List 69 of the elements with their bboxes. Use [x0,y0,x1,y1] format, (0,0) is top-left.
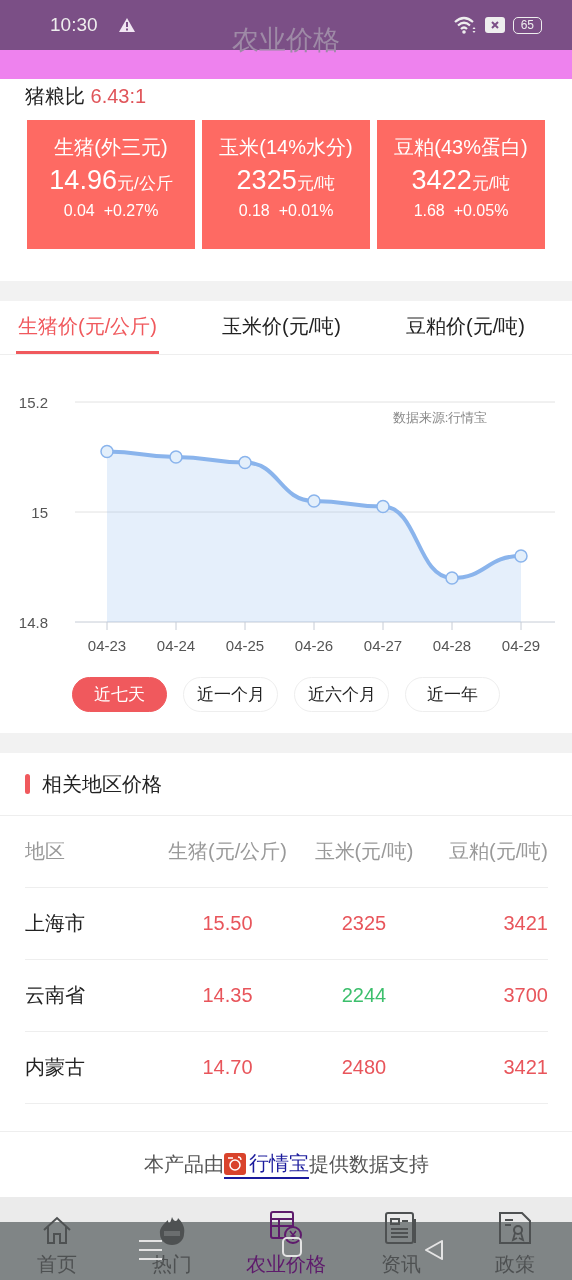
wifi-icon [452,16,477,34]
axis-label: 04-28 [432,637,472,654]
price-cell-text: 3700 [502,984,548,1007]
range-button[interactable]: 近六个月 [294,677,389,712]
axis-label: 04-24 [156,637,196,654]
data-point [376,499,390,514]
section-marker [25,774,30,794]
price-cell-text: 3421 [502,912,548,935]
card-title: 豆粕(43%蛋白) [394,135,528,160]
range-button[interactable]: 近七天 [72,677,167,712]
sim-icon [484,17,505,33]
calculator-yen-icon [269,1211,303,1245]
price-cell-text: 15.50 [201,912,254,935]
page-title: 农业价格 [232,24,340,57]
axis-label: 04-26 [294,637,334,654]
axis-label: 15.2 [18,394,48,411]
data-point [445,571,459,585]
ratio-value: 6.43:1 [90,85,147,107]
data-point [514,549,528,563]
range-button[interactable]: 近一年 [405,677,500,712]
warning-icon [117,17,136,33]
axis-label: 04-23 [87,637,127,654]
card-title: 玉米(14%水分) [219,135,353,160]
range-button[interactable]: 近一个月 [183,677,278,712]
price-cell-text: 2325 [340,912,388,935]
newspaper-icon [383,1211,418,1245]
price-cell-text: 14.35 [201,984,254,1007]
axis-label: 04-25 [225,637,265,654]
data-source-note: 数据来源:行情宝 [392,410,488,425]
axis-label: 14.8 [18,614,48,631]
data-point [169,450,183,464]
axis-label: 04-27 [363,637,403,654]
price-cell-text: 2480 [340,1056,388,1079]
price-cell-text: 3421 [502,1056,548,1079]
axis-label: 04-29 [501,637,541,654]
card-change: 1.68 +0.05% [413,202,509,220]
section-title: 相关地区价格 [42,771,162,797]
axis-label: 15 [31,504,48,521]
data-point [238,455,252,470]
certificate-icon [498,1211,532,1245]
ratio-label: 猪粮比 [25,85,85,107]
column-header: 生猪(元/公斤) [167,839,288,864]
column-header: 豆粕(元/吨) [448,839,548,864]
data-point [100,444,114,459]
status-time: 10:30 [50,14,98,36]
card-change: 0.04 +0.27% [63,202,159,220]
card-title: 生猪(外三元) [54,135,168,160]
price-cell-text: 14.70 [201,1056,254,1079]
price-tab[interactable]: 玉米价(元/吨) [220,301,343,354]
back-icon[interactable] [424,1239,444,1261]
card-price: 2325元/吨 [236,165,336,196]
provider-link[interactable]: 行情宝 [223,1150,309,1179]
region-cell-text: 云南省 [25,983,86,1008]
data-point [307,494,321,508]
column-header: 地区 [25,839,66,864]
battery-icon: 65 [512,16,542,34]
region-cell-text: 上海市 [25,911,86,936]
price-tab[interactable]: 豆粕价(元/吨) [404,301,527,354]
price-cell-text: 2244 [340,984,388,1007]
flame-icon [157,1215,186,1245]
card-price: 14.96元/公斤 [49,165,173,196]
house-icon [41,1215,73,1245]
column-header: 玉米(元/吨) [313,839,415,864]
card-price: 3422元/吨 [411,165,511,196]
region-cell-text: 内蒙古 [25,1055,86,1080]
card-change: 0.18 +0.01% [238,202,334,220]
data-credit: 本产品由 行情宝提供数据支持 [143,1150,429,1179]
price-tab[interactable]: 生猪价(元/公斤) [16,301,159,354]
app-logo-icon [223,1152,246,1175]
